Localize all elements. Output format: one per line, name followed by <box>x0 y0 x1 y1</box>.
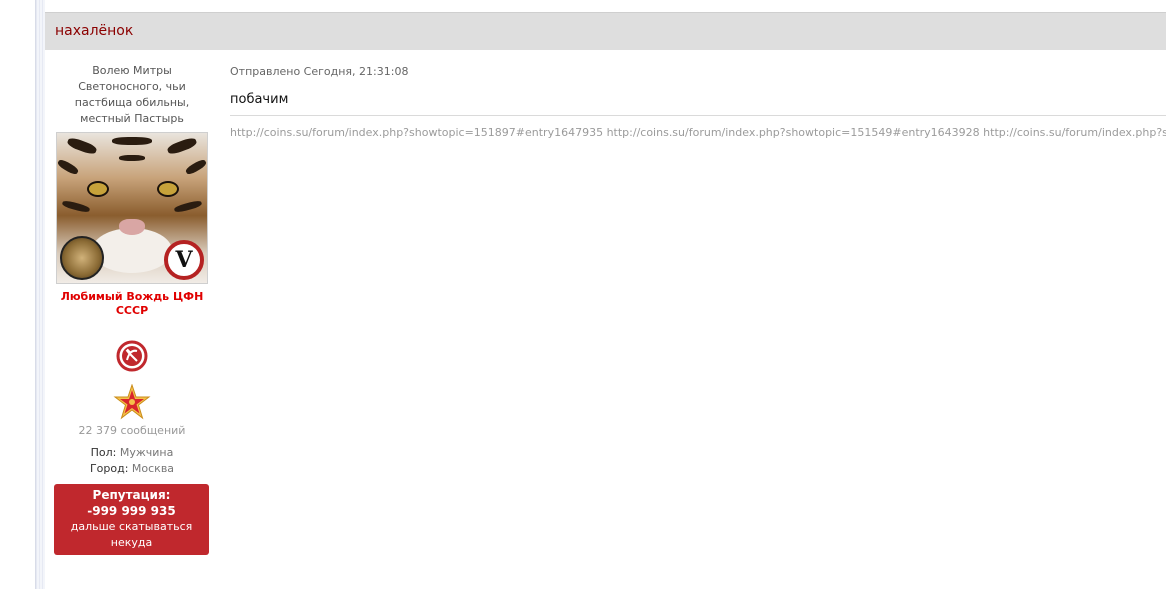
reputation-caption: дальше скатываться некуда <box>70 520 193 549</box>
user-group: Любимый Вождь ЦФН СССР <box>60 290 204 317</box>
post-date: Отправлено Сегодня, 21:31:08 <box>230 65 409 78</box>
posts-count: 22 379 сообщений <box>78 424 186 437</box>
reputation-box[interactable]: Репутация: -999 999 935 дальше скатывать… <box>54 484 209 555</box>
post-header: нахалёнок <box>45 12 1166 50</box>
post-body: Отправлено Сегодня, 21:31:08 побачим htt… <box>230 65 1166 139</box>
gender-value: Мужчина <box>119 446 174 459</box>
profile-fields: Пол: Мужчина Город: Москва <box>54 445 210 477</box>
top-spacer <box>45 0 1166 12</box>
red-star-icon <box>113 383 151 422</box>
v-badge-icon: V <box>164 240 204 280</box>
signature-links[interactable]: http://coins.su/forum/index.php?showtopi… <box>230 126 1166 139</box>
hammer-sickle-icon <box>116 340 148 372</box>
city-value: Москва <box>131 462 175 475</box>
user-title: Волею Митры Светоносного, чьи пастбища о… <box>74 64 190 125</box>
gender-field: Пол: Мужчина <box>54 445 210 461</box>
city-field: Город: Москва <box>54 461 210 477</box>
reputation-value: -999 999 935 <box>87 504 176 518</box>
gender-label: Пол: <box>90 446 117 459</box>
left-border-stripe <box>35 0 45 589</box>
post-text: побачим <box>230 92 1166 116</box>
author-name-link[interactable]: нахалёнок <box>55 23 133 39</box>
avatar[interactable]: V <box>56 132 208 284</box>
reputation-label: Репутация: <box>92 488 171 502</box>
city-label: Город: <box>89 462 129 475</box>
user-info-panel: Волею Митры Светоносного, чьи пастбища о… <box>54 63 210 555</box>
coin-badge-icon <box>60 236 104 280</box>
